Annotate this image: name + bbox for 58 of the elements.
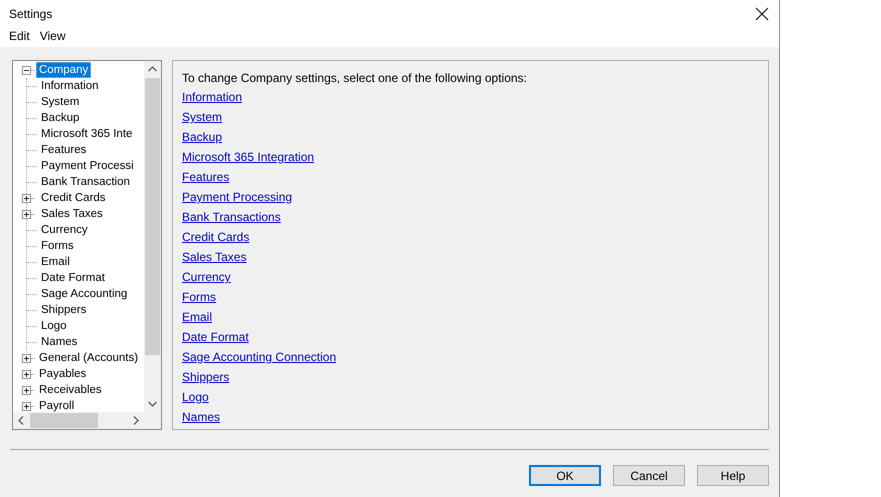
settings-link[interactable]: Payment Processing — [182, 190, 292, 210]
tree-item[interactable]: Shippers — [38, 302, 90, 318]
tree-item[interactable]: Currency — [38, 222, 91, 238]
settings-link[interactable]: System — [182, 110, 222, 130]
settings-link[interactable]: Email — [182, 310, 212, 330]
tree-item[interactable]: Logo — [38, 318, 70, 334]
tree-item[interactable]: Sales Taxes — [38, 206, 106, 222]
settings-link[interactable]: Sage Accounting Connection — [182, 350, 336, 370]
settings-link[interactable]: Names — [182, 410, 220, 430]
dialog-button[interactable]: Cancel — [613, 465, 685, 486]
window-title: Settings — [9, 7, 54, 21]
scroll-thumb[interactable] — [145, 78, 160, 355]
vertical-scrollbar[interactable] — [144, 61, 161, 412]
expand-icon[interactable] — [22, 210, 31, 218]
tree-item[interactable]: Bank Transaction — [38, 174, 133, 190]
close-icon[interactable] — [755, 7, 769, 21]
settings-link[interactable]: Sales Taxes — [182, 250, 246, 270]
tree-item[interactable]: Receivables — [36, 382, 105, 398]
settings-link[interactable]: Bank Transactions — [182, 210, 281, 230]
tree-item[interactable]: Email — [38, 254, 73, 270]
settings-link[interactable]: Features — [182, 170, 230, 190]
expand-icon[interactable] — [22, 194, 31, 202]
tree-item[interactable]: Payables — [36, 366, 90, 382]
horizontal-scrollbar[interactable] — [13, 412, 144, 429]
instruction-text: To change Company settings, select one of the following options: — [182, 70, 528, 87]
settings-link[interactable]: Currency — [182, 270, 231, 290]
settings-link[interactable]: Forms — [182, 290, 216, 310]
tree-item[interactable]: Sage Accounting — [38, 286, 130, 302]
tree-item[interactable]: Payment Processi — [38, 158, 137, 174]
tree-item[interactable]: Company — [36, 62, 92, 78]
settings-link[interactable]: Backup — [182, 130, 222, 150]
expand-icon[interactable] — [22, 370, 31, 378]
scroll-thumb[interactable] — [30, 413, 98, 428]
tree-item[interactable]: Forms — [38, 238, 77, 254]
menu-item[interactable]: Edit — [4, 28, 35, 44]
expand-icon[interactable] — [22, 402, 31, 410]
tree-item[interactable]: Date Format — [38, 270, 108, 286]
tree-item[interactable]: System — [38, 94, 82, 110]
tree-item[interactable]: Features — [38, 142, 90, 158]
tree-item[interactable]: General (Accounts) — [36, 350, 142, 366]
tree-item[interactable]: Microsoft 365 Inte — [38, 126, 136, 142]
expand-icon[interactable] — [22, 386, 31, 394]
dialog-button[interactable]: OK — [529, 465, 601, 486]
tree-item[interactable]: Backup — [38, 110, 82, 126]
expand-icon[interactable] — [22, 354, 31, 362]
settings-link[interactable]: Information — [182, 90, 242, 110]
tree-item[interactable]: Information — [38, 78, 102, 94]
settings-link[interactable]: Shippers — [182, 370, 230, 390]
collapse-icon[interactable] — [22, 66, 31, 74]
menu-item[interactable]: View — [34, 28, 70, 44]
settings-link[interactable]: Microsoft 365 Integration — [182, 150, 314, 170]
dialog-button[interactable]: Help — [697, 465, 769, 486]
settings-link[interactable]: Logo — [182, 390, 209, 410]
settings-link[interactable]: Credit Cards — [182, 230, 250, 250]
settings-link[interactable]: Date Format — [182, 330, 249, 350]
tree-item[interactable]: Credit Cards — [38, 190, 109, 206]
tree-item[interactable]: Payroll — [36, 398, 78, 412]
tree-item[interactable]: Names — [38, 334, 80, 350]
